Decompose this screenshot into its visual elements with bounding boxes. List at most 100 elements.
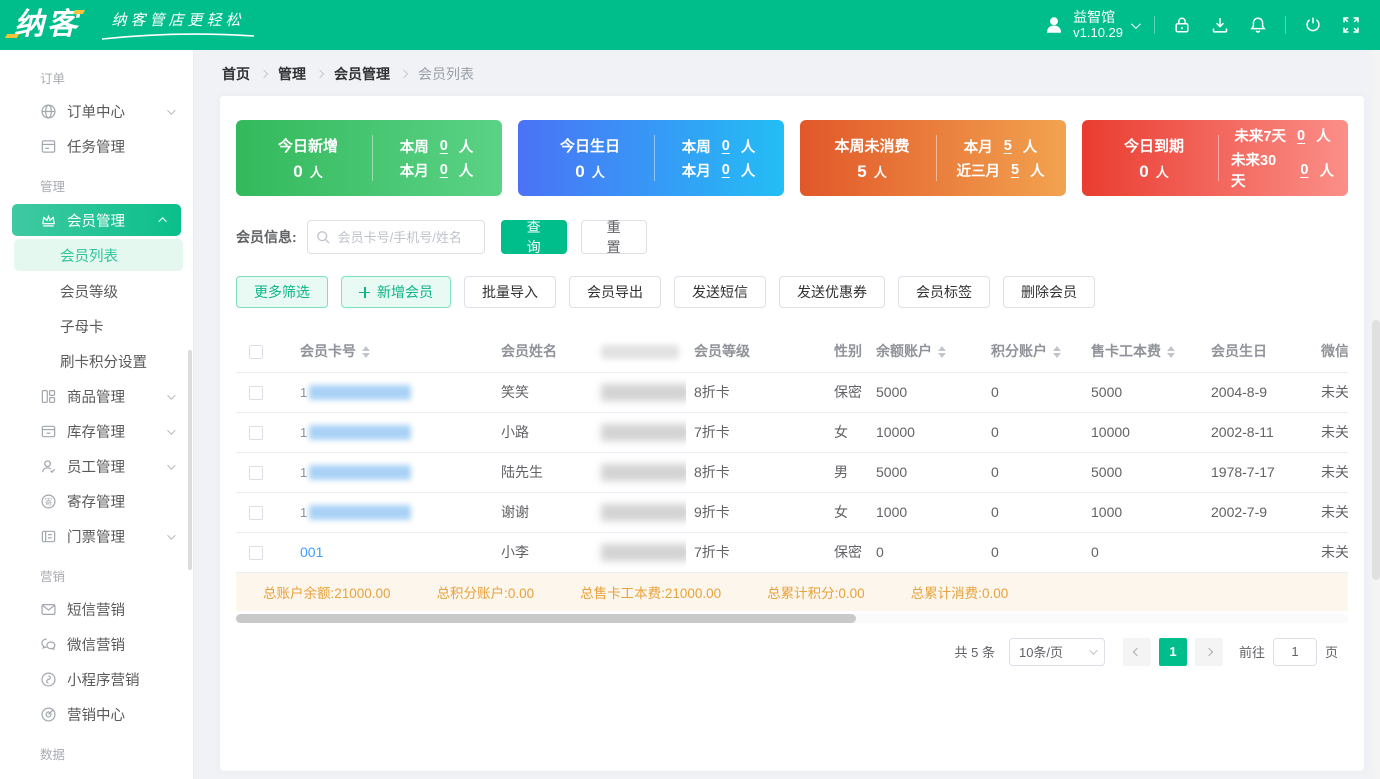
- sidebar-subitem-member-list[interactable]: 会员列表: [14, 239, 183, 271]
- more-filters-button[interactable]: 更多筛选: [236, 276, 328, 308]
- row-checkbox[interactable]: [249, 546, 263, 561]
- sidebar-item-ticket-management[interactable]: 门票管理: [0, 519, 193, 554]
- query-button[interactable]: 查询: [500, 219, 567, 255]
- stat-link-value[interactable]: 0: [1297, 128, 1305, 144]
- stat-link-value[interactable]: 5: [1004, 138, 1012, 154]
- member-card-link[interactable]: 001: [300, 544, 323, 560]
- sort-icon[interactable]: [362, 346, 370, 359]
- goto-page-input[interactable]: [1272, 637, 1317, 666]
- member-balance: 0: [868, 532, 983, 573]
- chevron-down-icon: [167, 390, 176, 400]
- add-member-button[interactable]: 新增会员: [341, 276, 451, 308]
- sidebar-item-sms-marketing[interactable]: 短信营销: [0, 592, 193, 627]
- column-header-points[interactable]: 积分账户: [983, 330, 1083, 373]
- member-level: 7折卡: [686, 412, 826, 453]
- stat-link-value[interactable]: 0: [440, 162, 448, 178]
- breadcrumb-home[interactable]: 首页: [222, 64, 250, 84]
- sidebar-item-miniprogram-marketing[interactable]: 小程序营销: [0, 662, 193, 697]
- member-tags-button[interactable]: 会员标签: [898, 276, 990, 308]
- column-header-gender: 性别: [826, 330, 868, 373]
- stat-card-new-today: 今日新增 0人 本周 0 人 本月 0 人: [236, 120, 502, 196]
- card-divider: [1218, 135, 1219, 181]
- breadcrumb-management[interactable]: 管理: [278, 64, 306, 84]
- member-gender: 男: [826, 452, 868, 493]
- breadcrumb-member-management[interactable]: 会员管理: [334, 64, 390, 84]
- blurred-card-number: [309, 425, 412, 441]
- sort-icon[interactable]: [1053, 346, 1061, 359]
- row-checkbox[interactable]: [249, 386, 263, 401]
- horizontal-scrollbar-track: [236, 613, 1348, 623]
- column-header-birthday: 会员生日: [1203, 330, 1313, 373]
- notifications-button[interactable]: [1247, 14, 1269, 36]
- member-search-input[interactable]: [306, 220, 485, 254]
- main-content: 首页 管理 会员管理 会员列表 今日新增 0人 本周 0 人 本月 0 人 今日…: [194, 0, 1380, 779]
- sort-icon[interactable]: [1167, 346, 1175, 359]
- blurred-card-number: [309, 465, 412, 481]
- member-birthday: 2004-8-9: [1203, 372, 1313, 413]
- next-page-button[interactable]: [1194, 637, 1223, 666]
- page-number-current[interactable]: 1: [1158, 637, 1187, 666]
- stat-link-value[interactable]: 0: [722, 162, 730, 178]
- member-wechat-status: 未关注: [1313, 372, 1348, 413]
- sidebar-section-data: 数据: [40, 748, 66, 762]
- power-icon: [1306, 17, 1320, 32]
- page-scrollbar[interactable]: [1372, 320, 1380, 580]
- sidebar-item-deposit-management[interactable]: 寄 寄存管理: [0, 484, 193, 519]
- sidebar-subitem-member-level[interactable]: 会员等级: [0, 274, 193, 309]
- sidebar-item-goods-management[interactable]: 商品管理: [0, 379, 193, 414]
- send-sms-button[interactable]: 发送短信: [674, 276, 766, 308]
- form-icon: [40, 138, 58, 156]
- breadcrumb-separator-icon: [259, 69, 269, 79]
- send-coupon-button[interactable]: 发送优惠券: [779, 276, 885, 308]
- column-header-card-number[interactable]: 会员卡号: [276, 330, 461, 373]
- fullscreen-button[interactable]: [1340, 14, 1362, 36]
- delete-member-button[interactable]: 删除会员: [1003, 276, 1095, 308]
- logout-button[interactable]: [1302, 14, 1324, 36]
- sidebar-item-wechat-marketing[interactable]: 微信营销: [0, 627, 193, 662]
- prev-page-button[interactable]: [1122, 637, 1151, 666]
- card-divider: [936, 135, 937, 181]
- sidebar-item-statistics-reports[interactable]: 统计报表: [0, 770, 193, 779]
- member-level: 8折卡: [686, 452, 826, 493]
- sidebar-scrollbar[interactable]: [188, 350, 192, 570]
- sidebar-item-task-management[interactable]: 任务管理: [0, 129, 193, 164]
- reset-button[interactable]: 重置: [580, 219, 647, 255]
- page-size-select[interactable]: 10条/页: [1008, 637, 1105, 666]
- select-all-checkbox[interactable]: [249, 344, 263, 359]
- pagination-total: 共 5 条: [954, 645, 995, 660]
- sidebar-item-inventory-management[interactable]: 库存管理: [0, 414, 193, 449]
- row-checkbox[interactable]: [249, 506, 263, 521]
- sidebar-subitem-card-points-settings[interactable]: 刷卡积分设置: [0, 344, 193, 379]
- stat-link-value[interactable]: 0: [1300, 162, 1308, 178]
- column-header-balance[interactable]: 余额账户: [868, 330, 983, 373]
- stat-value: 0: [575, 161, 585, 181]
- row-checkbox[interactable]: [249, 466, 263, 481]
- member-export-button[interactable]: 会员导出: [569, 276, 661, 308]
- stat-link-value[interactable]: 0: [440, 138, 448, 154]
- blurred-header: [601, 344, 679, 359]
- deposit-icon: 寄: [40, 493, 58, 511]
- chevron-down-icon: [167, 105, 176, 115]
- horizontal-scrollbar[interactable]: [236, 613, 856, 623]
- bell-icon: [1250, 17, 1266, 33]
- user-menu[interactable]: 益智馆 v1.10.29: [1043, 10, 1141, 40]
- row-checkbox[interactable]: [249, 426, 263, 441]
- crown-icon: [40, 211, 58, 229]
- sidebar-item-order-center[interactable]: 订单中心: [0, 94, 193, 129]
- column-header-card-fee[interactable]: 售卡工本费: [1083, 330, 1203, 373]
- lock-button[interactable]: [1171, 14, 1193, 36]
- sidebar-item-marketing-center[interactable]: 营销中心: [0, 697, 193, 732]
- app-logo: 纳客 纳客管店更轻松: [4, 8, 258, 42]
- stat-link-value[interactable]: 5: [1011, 162, 1019, 178]
- sidebar-item-staff-management[interactable]: 员工管理: [0, 449, 193, 484]
- stat-link-value[interactable]: 0: [722, 138, 730, 154]
- member-birthday: 1978-7-17: [1203, 452, 1313, 493]
- sort-icon[interactable]: [938, 346, 946, 359]
- member-card-fee: 5000: [1083, 372, 1203, 413]
- column-header-phone-redacted: [581, 330, 686, 373]
- summary-total-balance: 总账户余额:21000.00: [263, 585, 391, 601]
- download-button[interactable]: [1209, 14, 1231, 36]
- batch-import-button[interactable]: 批量导入: [464, 276, 556, 308]
- sidebar-item-member-management[interactable]: 会员管理: [12, 204, 181, 236]
- sidebar-subitem-parent-child-card[interactable]: 子母卡: [0, 309, 193, 344]
